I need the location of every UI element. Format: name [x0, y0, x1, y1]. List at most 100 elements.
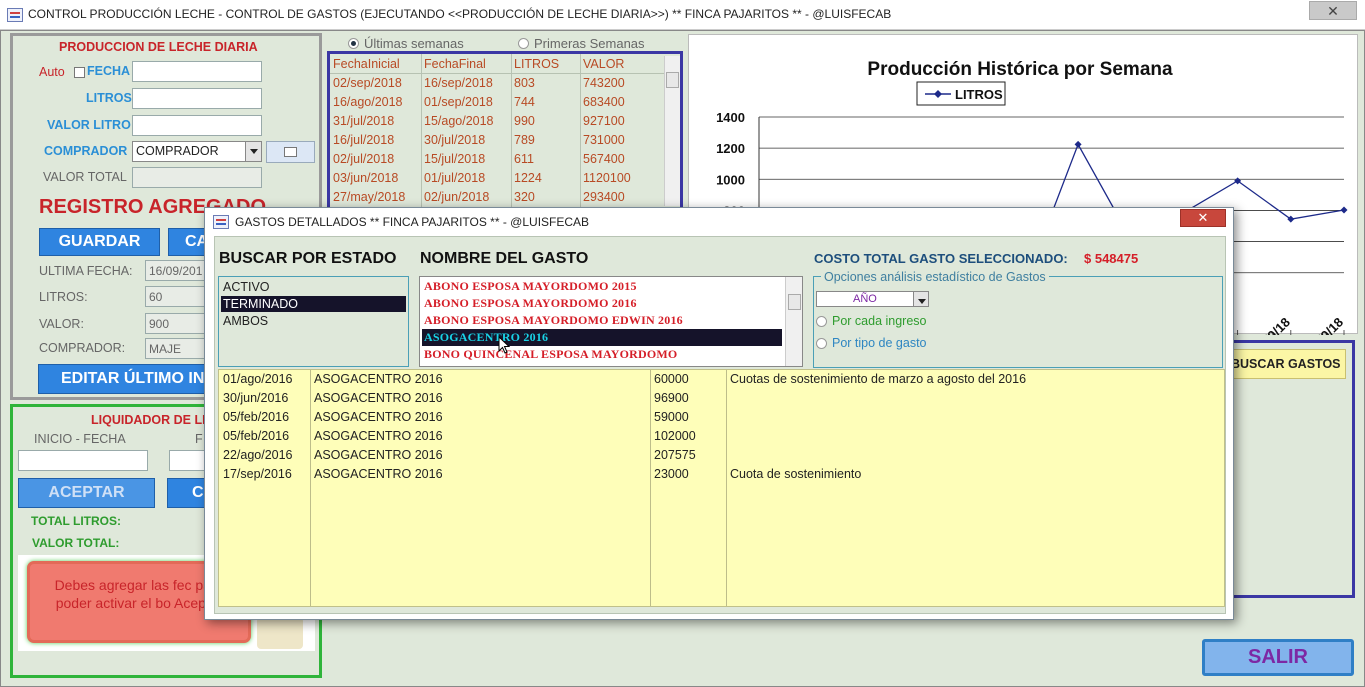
gasto-scrollbar[interactable]	[785, 277, 802, 366]
weeks-cell: 16/jul/2018	[333, 133, 395, 147]
opciones-group: Opciones análisis estadístico de Gastos …	[813, 270, 1223, 368]
add-buyer-button[interactable]	[266, 141, 315, 163]
weeks-cell: 744	[514, 95, 535, 109]
gasto-scroll-thumb[interactable]	[788, 294, 801, 310]
gasto-cell: 102000	[654, 429, 696, 443]
weeks-header-2[interactable]: LITROS	[514, 57, 559, 71]
total-litros-label: TOTAL LITROS:	[31, 514, 121, 528]
legend-label: LITROS	[955, 87, 1003, 102]
ultima-fecha-label: ULTIMA FECHA:	[39, 264, 133, 278]
editar-ultimo-button[interactable]: EDITAR ÚLTIMO IN	[38, 364, 218, 394]
valor-total-liq-label: VALOR TOTAL:	[32, 536, 120, 550]
weeks-cell: 03/jun/2018	[333, 171, 399, 185]
litros-label: LITROS	[86, 91, 132, 105]
radio-last-label: Últimas semanas	[364, 36, 464, 51]
ultima-fecha-value[interactable]	[145, 260, 207, 281]
weeks-cell: 683400	[583, 95, 625, 109]
weeks-cell: 27/may/2018	[333, 190, 406, 204]
weeks-col-divider	[511, 54, 512, 208]
weeks-header-1[interactable]: FechaFinal	[424, 57, 486, 71]
gasto-cell: 17/sep/2016	[223, 467, 292, 481]
gasto-cell: ASOGACENTRO 2016	[314, 391, 443, 405]
anio-value: AÑO	[853, 293, 877, 305]
costo-label: COSTO TOTAL GASTO SELECCIONADO:	[814, 251, 1068, 266]
fecha-input[interactable]	[132, 61, 262, 82]
gasto-item[interactable]: ABONO ESPOSA MAYORDOMO 2016	[422, 295, 782, 312]
guardar-button[interactable]: GUARDAR	[39, 228, 160, 256]
fin-input[interactable]	[169, 450, 209, 471]
estado-item[interactable]: TERMINADO	[221, 296, 406, 312]
valor-litro-input[interactable]	[132, 115, 262, 136]
fecha-label: FECHA	[87, 64, 131, 78]
weeks-scrollbar[interactable]	[664, 56, 680, 206]
gasto-item[interactable]: BONO QUINCENAL ESPOSA MAYORDOMO	[422, 346, 782, 363]
y-tick-label: 1000	[716, 172, 745, 187]
auto-checkbox[interactable]	[74, 67, 85, 78]
y-tick-label: 1200	[716, 141, 745, 156]
estado-item[interactable]: AMBOS	[221, 313, 406, 329]
por-tipo-radio-icon	[816, 338, 827, 349]
weeks-cell: 990	[514, 114, 535, 128]
dialog-close-button[interactable]: ✕	[1180, 209, 1226, 227]
comprador-select[interactable]: COMPRADOR	[132, 141, 262, 162]
weeks-header-3[interactable]: VALOR	[583, 57, 624, 71]
aceptar-button[interactable]: ACEPTAR	[18, 478, 155, 508]
valor-total-input[interactable]	[132, 167, 262, 188]
weeks-scroll-thumb[interactable]	[666, 72, 679, 88]
gasto-cell: ASOGACENTRO 2016	[314, 372, 443, 386]
weeks-cell: 320	[514, 190, 535, 204]
weeks-cell: 15/jul/2018	[424, 152, 486, 166]
buscar-gastos-button[interactable]: BUSCAR GASTOS	[1230, 349, 1346, 379]
inicio-label: INICIO - FECHA	[34, 432, 126, 446]
gasto-item[interactable]: ABONO ESPOSA MAYORDOMO 2015	[422, 278, 782, 295]
valor-value[interactable]	[145, 313, 207, 334]
comprador2-value[interactable]	[145, 338, 207, 359]
radio-first-label: Primeras Semanas	[534, 36, 645, 51]
auto-label: Auto	[39, 65, 65, 79]
liquidador-cancelar-button[interactable]: CA	[167, 478, 209, 508]
gasto-item[interactable]: ASOGACENTRO 2016	[422, 329, 782, 346]
costo-value: $ 548475	[1084, 251, 1139, 266]
weeks-col-divider	[580, 54, 581, 208]
data-point	[1074, 140, 1082, 148]
anio-select[interactable]: AÑO	[816, 291, 929, 307]
dialog-app-icon	[213, 215, 229, 229]
salir-button[interactable]: SALIR	[1202, 639, 1354, 676]
inicio-input[interactable]	[18, 450, 148, 471]
gasto-cell: 60000	[654, 372, 689, 386]
gastos-dialog: GASTOS DETALLADOS ** FINCA PAJARITOS ** …	[204, 207, 1234, 620]
gasto-cell: ASOGACENTRO 2016	[314, 467, 443, 481]
radio-first-icon	[518, 38, 529, 49]
dialog-title: GASTOS DETALLADOS ** FINCA PAJARITOS ** …	[235, 215, 590, 229]
gasto-title: NOMBRE DEL GASTO	[420, 250, 589, 267]
title-bar: CONTROL PRODUCCIÓN LECHE - CONTROL DE GA…	[0, 0, 1365, 30]
gasto-cell: Cuotas de sostenimiento de marzo a agost…	[730, 372, 1027, 386]
gasto-cell: 23000	[654, 467, 689, 481]
gasto-cell: 96900	[654, 391, 689, 405]
gasto-cell: 59000	[654, 410, 689, 424]
estado-item[interactable]: ACTIVO	[221, 279, 406, 295]
weeks-cell: 16/ago/2018	[333, 95, 403, 109]
fin-label: F	[195, 432, 203, 446]
grid-divider	[726, 370, 727, 606]
gasto-item[interactable]: ABONO ESPOSA MAYORDOMO EDWIN 2016	[422, 312, 782, 329]
litros2-value[interactable]	[145, 286, 207, 307]
close-button[interactable]: ✕	[1309, 1, 1357, 20]
gasto-cell: 05/feb/2016	[223, 410, 290, 424]
weeks-cell: 02/jul/2018	[333, 152, 395, 166]
form-icon	[284, 147, 297, 157]
weeks-cell: 01/sep/2018	[424, 95, 493, 109]
money-icon	[257, 617, 303, 649]
weeks-cell: 567400	[583, 152, 625, 166]
window-title: CONTROL PRODUCCIÓN LECHE - CONTROL DE GA…	[28, 7, 892, 21]
gasto-cell: Cuota de sostenimiento	[730, 467, 862, 481]
valor-litro-label: VALOR LITRO	[47, 118, 131, 132]
litros-input[interactable]	[132, 88, 262, 109]
estado-list: ACTIVO TERMINADO AMBOS	[218, 276, 409, 367]
weeks-table: FechaInicial FechaFinal LITROS VALOR 02/sep/…	[327, 51, 683, 211]
liquidador-title: LIQUIDADOR DE LE	[91, 413, 211, 427]
comprador2-label: COMPRADOR:	[39, 341, 126, 355]
weeks-header-0[interactable]: FechaInicial	[333, 57, 400, 71]
comprador-label: COMPRADOR	[44, 144, 128, 158]
weeks-cell: 803	[514, 76, 535, 90]
